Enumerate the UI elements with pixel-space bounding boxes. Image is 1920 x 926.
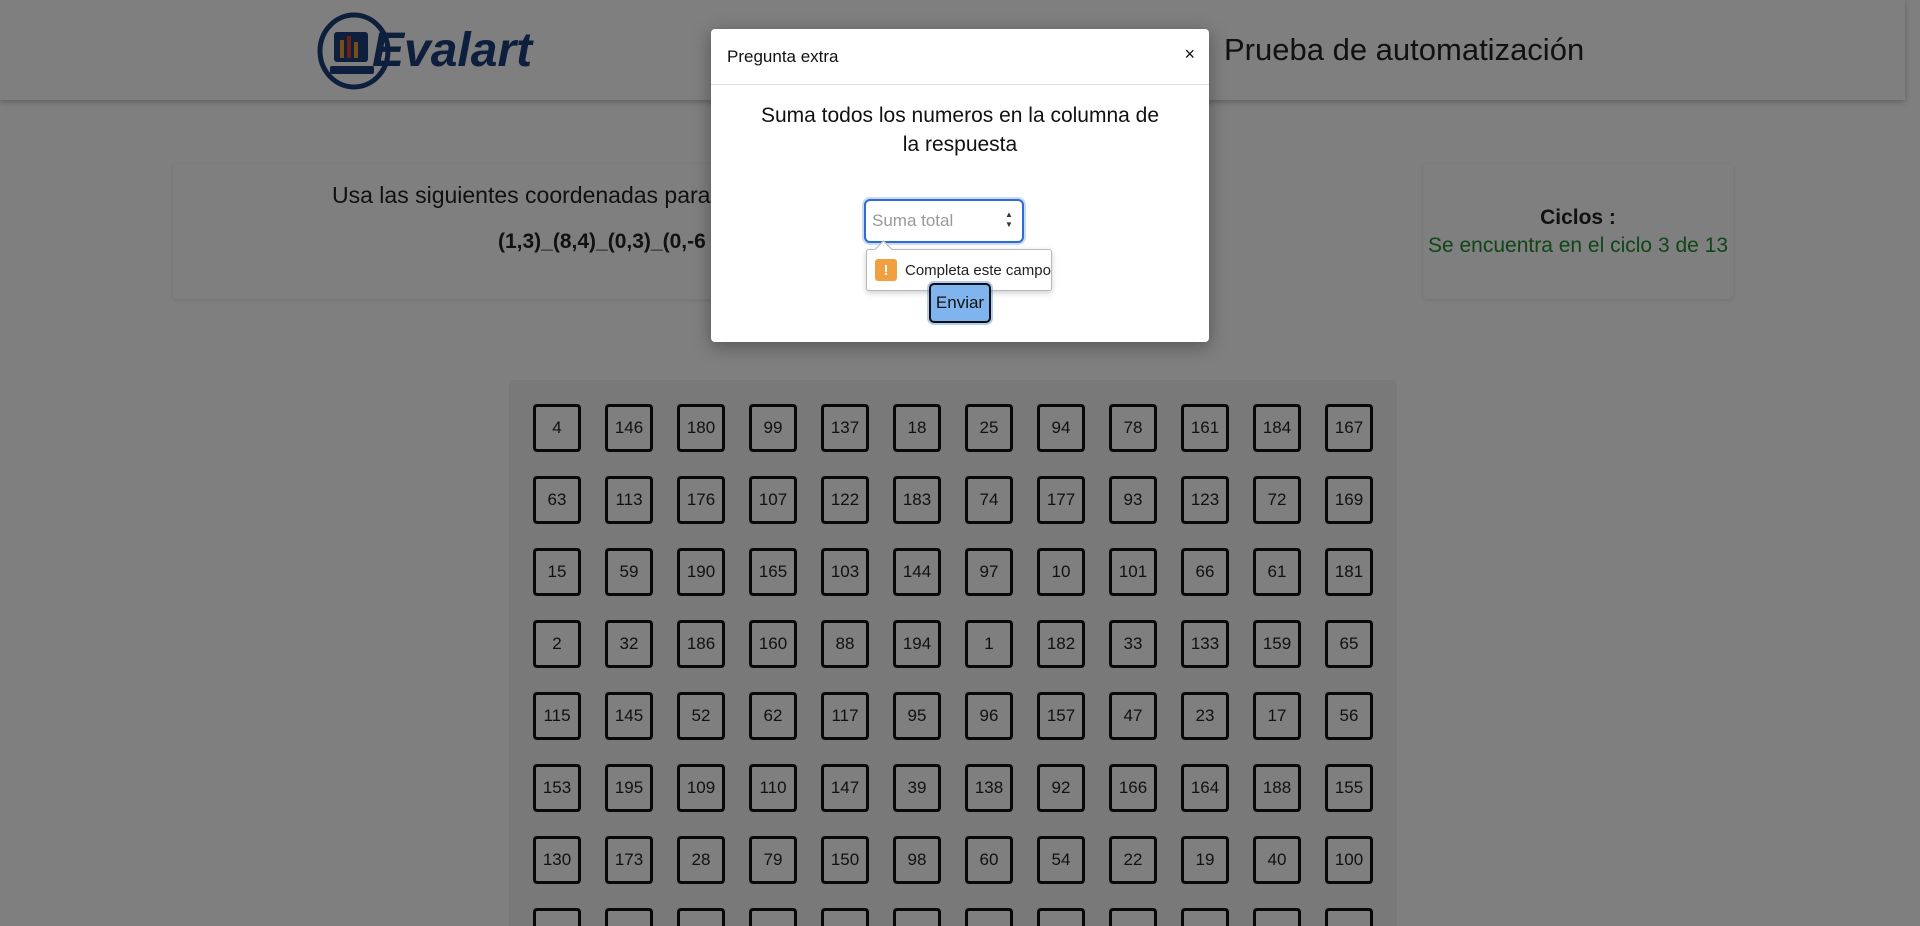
modal-title: Pregunta extra	[727, 47, 839, 66]
spinner-down-icon[interactable]: ▼	[1004, 220, 1014, 230]
sum-total-input[interactable]	[872, 207, 992, 235]
modal-header: Pregunta extra ×	[711, 29, 1209, 85]
extra-question-modal: Pregunta extra × Suma todos los numeros …	[711, 29, 1209, 342]
warning-icon: !	[875, 259, 897, 281]
number-spinner[interactable]: ▲ ▼	[1004, 210, 1014, 232]
modal-question: Suma todos los numeros en la columna de …	[760, 104, 1160, 156]
submit-button[interactable]: Enviar	[929, 283, 991, 323]
sum-total-field[interactable]: ▲ ▼	[864, 199, 1024, 243]
validation-message: Completa este campo	[905, 262, 1051, 279]
close-icon[interactable]: ×	[1184, 45, 1195, 63]
spinner-up-icon[interactable]: ▲	[1004, 210, 1014, 220]
